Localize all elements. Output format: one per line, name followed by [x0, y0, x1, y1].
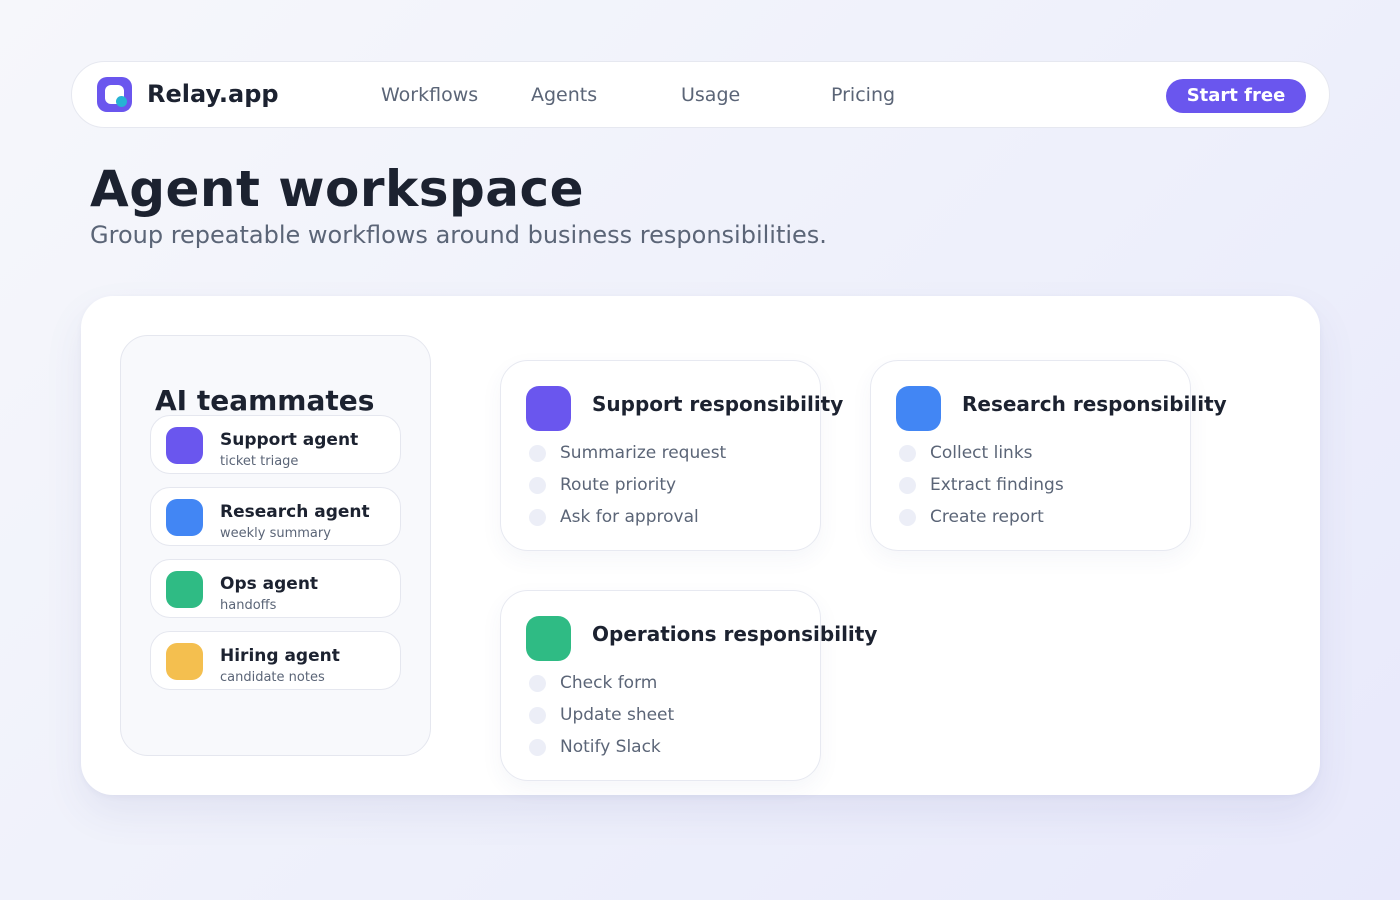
- step-bullet-icon: [899, 445, 916, 462]
- responsibility-title: Operations responsibility: [592, 622, 878, 646]
- nav-link-agents[interactable]: Agents: [531, 82, 597, 108]
- top-navbar: Relay.app Workflows Agents Usage Pricing…: [71, 61, 1330, 128]
- agent-color-swatch: [166, 427, 203, 464]
- step-label: Notify Slack: [560, 737, 661, 757]
- agent-card-ops[interactable]: Ops agent handoffs: [150, 559, 401, 618]
- step-bullet-icon: [529, 675, 546, 692]
- nav-link-usage[interactable]: Usage: [681, 82, 740, 108]
- step-label: Extract findings: [930, 475, 1064, 495]
- agent-card-support[interactable]: Support agent ticket triage: [150, 415, 401, 474]
- step-label: Create report: [930, 507, 1044, 527]
- agent-name: Hiring agent: [220, 646, 340, 666]
- agent-color-swatch: [166, 643, 203, 680]
- operations-responsibility-card[interactable]: Operations responsibility Check form Upd…: [500, 590, 877, 781]
- agent-color-swatch: [166, 499, 203, 536]
- agent-name: Support agent: [220, 430, 359, 450]
- step-label: Collect links: [930, 443, 1033, 463]
- step-bullet-icon: [899, 509, 916, 526]
- agent-description: weekly summary: [220, 526, 331, 541]
- step-bullet-icon: [899, 477, 916, 494]
- step-label: Check form: [560, 673, 658, 693]
- step-bullet-icon: [529, 445, 546, 462]
- agent-card-research[interactable]: Research agent weekly summary: [150, 487, 401, 546]
- responsibility-title: Research responsibility: [962, 392, 1227, 416]
- agent-name: Research agent: [220, 502, 370, 522]
- step-label: Update sheet: [560, 705, 675, 725]
- logo-dot: [116, 96, 127, 107]
- agent-description: ticket triage: [220, 454, 299, 469]
- research-responsibility-card[interactable]: Research responsibility Collect links Ex…: [870, 360, 1227, 551]
- step-bullet-icon: [529, 707, 546, 724]
- responsibility-color-swatch: [526, 616, 571, 661]
- support-responsibility-card[interactable]: Support responsibility Summarize request…: [500, 360, 843, 551]
- page-subtitle: Group repeatable workflows around busine…: [90, 221, 827, 249]
- logo-icon[interactable]: [97, 77, 132, 112]
- page-title: Agent workspace: [90, 160, 585, 218]
- agent-card-hiring[interactable]: Hiring agent candidate notes: [150, 631, 401, 690]
- step-bullet-icon: [529, 739, 546, 756]
- step-label: Summarize request: [560, 443, 727, 463]
- nav-link-workflows[interactable]: Workflows: [381, 82, 478, 108]
- step-label: Ask for approval: [560, 507, 699, 527]
- responsibility-color-swatch: [526, 386, 571, 431]
- step-bullet-icon: [529, 509, 546, 526]
- step-bullet-icon: [529, 477, 546, 494]
- agent-name: Ops agent: [220, 574, 319, 594]
- agent-description: candidate notes: [220, 670, 325, 685]
- responsibility-title: Support responsibility: [592, 392, 844, 416]
- brand-name[interactable]: Relay.app: [147, 79, 279, 109]
- responsibility-color-swatch: [896, 386, 941, 431]
- start-free-button[interactable]: Start free: [1166, 79, 1306, 113]
- agent-description: handoffs: [220, 598, 277, 613]
- ai-teammates-title: AI teammates: [155, 384, 375, 417]
- agent-color-swatch: [166, 571, 203, 608]
- nav-link-pricing[interactable]: Pricing: [831, 82, 895, 108]
- step-label: Route priority: [560, 475, 677, 495]
